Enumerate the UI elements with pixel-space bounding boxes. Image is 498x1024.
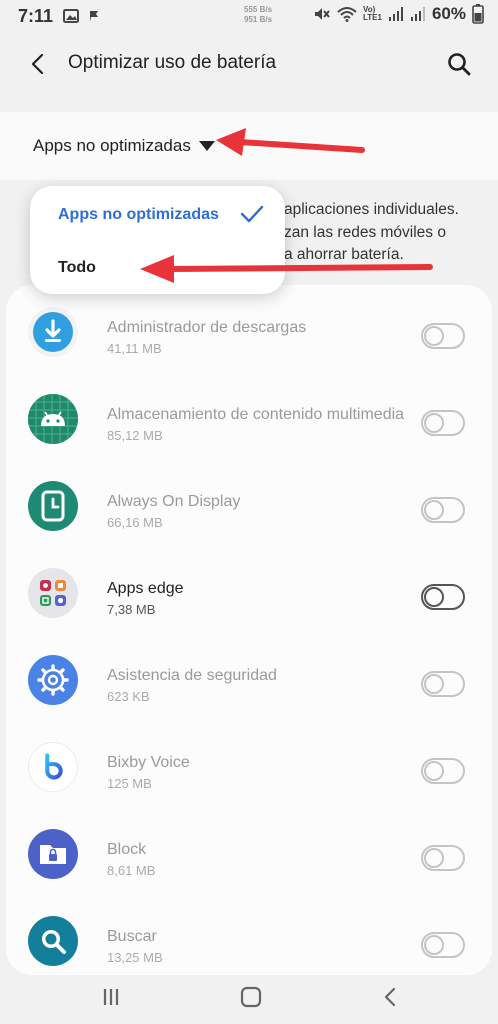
back-button[interactable] [26, 52, 50, 76]
lte-indicator: Vo) LTE1 [363, 6, 382, 22]
optimize-toggle[interactable] [421, 584, 465, 610]
signal-icon [388, 7, 403, 21]
home-icon [240, 986, 262, 1008]
list-item[interactable]: Buscar 13,25 MB [6, 904, 492, 975]
lte-label: LTE1 [363, 13, 382, 22]
app-name: Bixby Voice [107, 754, 190, 771]
android-icon [28, 394, 78, 444]
list-item[interactable]: Always On Display 66,16 MB [6, 469, 492, 556]
toggle-knob [424, 674, 444, 694]
app-size: 7,38 MB [107, 602, 156, 617]
app-name: Asistencia de seguridad [107, 667, 277, 684]
description-line-2: zan las redes móviles o [284, 223, 446, 241]
app-name: Apps edge [107, 580, 184, 597]
recent-apps-icon [103, 989, 119, 1005]
filter-dropdown[interactable]: Apps no optimizadas [0, 112, 498, 180]
app-size: 8,61 MB [107, 863, 156, 878]
list-item[interactable]: Administrador de descargas 41,11 MB [6, 295, 492, 382]
toggle-knob [424, 326, 444, 346]
mute-icon [315, 8, 330, 20]
toggle-knob [424, 761, 444, 781]
app-name: Always On Display [107, 493, 241, 510]
optimize-toggle[interactable] [421, 758, 465, 784]
popup-option-label: Todo [58, 259, 96, 276]
signal-2-icon [410, 7, 425, 21]
dropdown-caret-icon[interactable] [199, 141, 215, 151]
app-name: Almacenamiento de contenido multimedia [107, 406, 405, 423]
search-app-icon [28, 916, 78, 966]
app-bar: Optimizar uso de batería [0, 40, 498, 88]
flag-icon [90, 11, 99, 22]
optimize-toggle[interactable] [421, 323, 465, 349]
apps-grid-icon [28, 568, 78, 618]
home-button[interactable] [236, 985, 266, 1009]
description-text: aplicaciones individuales. zan las redes… [284, 199, 494, 267]
check-icon [240, 205, 264, 223]
page-title: Optimizar uso de batería [68, 52, 277, 73]
wifi-icon [337, 7, 357, 22]
app-name: Buscar [107, 928, 157, 945]
optimize-toggle[interactable] [421, 497, 465, 523]
app-size: 125 MB [107, 776, 152, 791]
status-bar: 7:11 555 B/s 951 B/s Vo) LTE1 60% [0, 0, 498, 32]
net-up-speed: 555 B/s [244, 5, 273, 14]
app-list: Administrador de descargas 41,11 MB Alma… [6, 285, 492, 975]
description-line-3: a ahorrar batería. [284, 246, 404, 263]
app-size: 85,12 MB [107, 428, 163, 443]
search-button[interactable] [446, 51, 472, 77]
back-nav-icon [384, 987, 396, 1007]
popup-option-label: Apps no optimizadas [58, 206, 219, 223]
back-arrow-icon [31, 53, 44, 75]
toggle-knob [424, 413, 444, 433]
app-size: 13,25 MB [107, 950, 163, 965]
list-item[interactable]: Asistencia de seguridad 623 KB [6, 643, 492, 730]
bixby-icon [28, 742, 78, 792]
back-nav-button[interactable] [376, 985, 406, 1009]
folder-lock-icon [28, 829, 78, 879]
list-item[interactable]: Block 8,61 MB [6, 817, 492, 904]
download-icon [28, 307, 78, 357]
app-name: Block [107, 841, 147, 858]
network-speed: 555 B/s 951 B/s [244, 5, 272, 25]
app-size: 66,16 MB [107, 515, 163, 530]
list-item[interactable]: Almacenamiento de contenido multimedia 8… [6, 382, 492, 469]
filter-selected-label[interactable]: Apps no optimizadas [33, 136, 191, 156]
navigation-bar [0, 975, 498, 1024]
recent-apps-button[interactable] [96, 985, 126, 1009]
optimize-toggle[interactable] [421, 671, 465, 697]
toggle-knob [424, 935, 444, 955]
list-item[interactable]: Bixby Voice 125 MB [6, 730, 492, 817]
optimize-toggle[interactable] [421, 932, 465, 958]
popup-option-todo[interactable]: Todo [30, 243, 285, 295]
app-size: 623 KB [107, 689, 150, 704]
app-size: 41,11 MB [107, 341, 162, 356]
toggle-knob [424, 500, 444, 520]
battery-icon [472, 4, 484, 24]
search-icon [448, 53, 471, 76]
toggle-knob [424, 587, 444, 607]
popup-option-apps-no-optimizadas[interactable]: Apps no optimizadas [30, 190, 285, 242]
optimize-toggle[interactable] [421, 845, 465, 871]
app-name: Administrador de descargas [107, 319, 307, 336]
list-item[interactable]: Apps edge 7,38 MB [6, 556, 492, 643]
gallery-icon [63, 9, 80, 23]
optimize-toggle[interactable] [421, 410, 465, 436]
battery-percent: 60% [431, 4, 466, 23]
gear-icon [28, 655, 78, 705]
description-line-1: aplicaciones individuales. [284, 201, 459, 218]
filter-popup-menu: Apps no optimizadas Todo [30, 186, 285, 294]
toggle-knob [424, 848, 444, 868]
status-time: 7:11 [18, 5, 54, 26]
clock-icon [28, 481, 78, 531]
net-down-speed: 951 B/s [244, 15, 273, 24]
